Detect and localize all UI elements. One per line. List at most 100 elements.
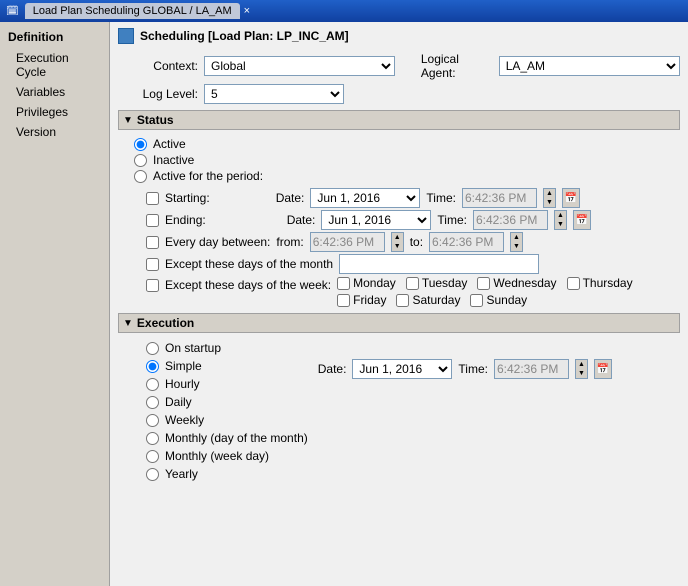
execution-section-header[interactable]: ▼ Execution [118, 313, 680, 333]
ending-time-input[interactable] [473, 210, 548, 230]
exec-time-spin[interactable]: ▲▼ [575, 359, 588, 379]
to-time-input[interactable] [429, 232, 504, 252]
ending-date-select[interactable]: Jun 1, 2016 [321, 210, 431, 230]
exec-startup-radio[interactable] [146, 342, 159, 355]
exec-yearly-label[interactable]: Yearly [165, 467, 198, 481]
context-row: Context: Global Logical Agent: LA_AM [118, 52, 680, 80]
friday-checkbox[interactable] [337, 294, 350, 307]
app-icon: 🗓 [6, 6, 19, 17]
exec-hourly-label[interactable]: Hourly [165, 377, 200, 391]
starting-time-input[interactable] [462, 188, 537, 208]
except-month-checkbox[interactable] [146, 258, 159, 271]
except-month-row: Except these days of the month [118, 254, 680, 274]
status-active-row: Active [118, 136, 680, 152]
log-level-row: Log Level: 5 [118, 84, 680, 104]
logical-agent-label: Logical Agent: [421, 52, 493, 80]
exec-monthly-week-label[interactable]: Monthly (week day) [165, 449, 269, 463]
exec-daily-radio[interactable] [146, 396, 159, 409]
starting-time-label: Time: [426, 191, 456, 205]
status-active-radio[interactable] [134, 138, 147, 151]
to-time-spin[interactable]: ▲▼ [510, 232, 523, 252]
exec-simple-row: Simple [118, 357, 308, 375]
starting-time-spin[interactable]: ▲▼ [543, 188, 556, 208]
every-day-row: Every day between: from: ▲▼ to: ▲▼ [118, 232, 680, 252]
exec-monthly-day-label[interactable]: Monthly (day of the month) [165, 431, 308, 445]
exec-onstartup-row: On startup [118, 339, 308, 357]
days-checkboxes: Monday Tuesday Wednesday Thursday [337, 276, 632, 307]
close-button[interactable]: × [244, 5, 250, 17]
exec-yearly-row: Yearly [118, 465, 308, 483]
exec-monthly-week-radio[interactable] [146, 450, 159, 463]
sidebar-item-label: Variables [16, 85, 65, 99]
sidebar-item-label: Privileges [16, 105, 68, 119]
day-saturday: Saturday [396, 293, 460, 307]
starting-cal-button[interactable]: 📅 [562, 188, 580, 208]
sidebar-item-variables[interactable]: Variables [0, 82, 109, 102]
from-time-input[interactable] [310, 232, 385, 252]
sidebar-item-privileges[interactable]: Privileges [0, 102, 109, 122]
sidebar-item-execution-cycle[interactable]: Execution Cycle [0, 48, 109, 82]
sunday-checkbox[interactable] [470, 294, 483, 307]
except-month-input[interactable] [339, 254, 539, 274]
status-section-header[interactable]: ▼ Status [118, 110, 680, 130]
day-monday: Monday [337, 276, 396, 290]
exec-weekly-radio[interactable] [146, 414, 159, 427]
page-title: Scheduling [Load Plan: LP_INC_AM] [118, 28, 680, 44]
except-month-label: Except these days of the month [165, 257, 333, 271]
exec-date-select[interactable]: Jun 1, 2016 [352, 359, 452, 379]
exec-yearly-radio[interactable] [146, 468, 159, 481]
exec-daily-label[interactable]: Daily [165, 395, 192, 409]
sidebar-item-version[interactable]: Version [0, 122, 109, 142]
exec-startup-label[interactable]: On startup [165, 341, 221, 355]
ending-time-spin[interactable]: ▲▼ [554, 210, 567, 230]
monday-checkbox[interactable] [337, 277, 350, 290]
exec-cal-button[interactable]: 📅 [594, 359, 612, 379]
tuesday-checkbox[interactable] [406, 277, 419, 290]
ending-row: Ending: Date: Jun 1, 2016 Time: ▲▼ 📅 [118, 210, 680, 230]
every-day-label: Every day between: [165, 235, 270, 249]
thursday-checkbox[interactable] [567, 277, 580, 290]
logical-agent-select[interactable]: LA_AM [499, 56, 680, 76]
status-period-radio[interactable] [134, 170, 147, 183]
exec-simple-label[interactable]: Simple [165, 359, 202, 373]
starting-date-select[interactable]: Jun 1, 2016 [310, 188, 420, 208]
status-period-row: Active for the period: [118, 168, 680, 184]
tab[interactable]: Load Plan Scheduling GLOBAL / LA_AM [25, 3, 240, 19]
exec-weekly-label[interactable]: Weekly [165, 413, 204, 427]
page-title-icon [118, 28, 134, 44]
to-label: to: [410, 235, 423, 249]
log-level-select[interactable]: 5 [204, 84, 344, 104]
log-level-label: Log Level: [118, 87, 198, 101]
ending-time-label: Time: [437, 213, 467, 227]
collapse-icon: ▼ [123, 115, 133, 126]
starting-checkbox[interactable] [146, 192, 159, 205]
ending-checkbox[interactable] [146, 214, 159, 227]
status-active-label[interactable]: Active [153, 137, 186, 151]
context-label: Context: [118, 59, 198, 73]
except-week-checkbox[interactable] [146, 279, 159, 292]
status-radio-group: Active Inactive Active for the period: [118, 134, 680, 186]
exec-time-input[interactable] [494, 359, 569, 379]
every-day-checkbox[interactable] [146, 236, 159, 249]
status-section-title: Status [137, 113, 174, 127]
execution-content: On startup Simple Hourly Daily Weekly [118, 337, 680, 483]
exec-simple-radio[interactable] [146, 360, 159, 373]
status-inactive-radio[interactable] [134, 154, 147, 167]
context-select[interactable]: Global [204, 56, 395, 76]
status-period-label[interactable]: Active for the period: [153, 169, 263, 183]
days-row-1: Monday Tuesday Wednesday Thursday [337, 276, 632, 290]
ending-label: Ending: [165, 213, 206, 227]
friday-label: Friday [353, 293, 386, 307]
ending-cal-button[interactable]: 📅 [573, 210, 591, 230]
exec-monthly-day-radio[interactable] [146, 432, 159, 445]
sidebar: Definition Execution Cycle Variables Pri… [0, 22, 110, 586]
saturday-checkbox[interactable] [396, 294, 409, 307]
sidebar-item-label: Execution Cycle [16, 51, 69, 79]
exec-hourly-radio[interactable] [146, 378, 159, 391]
exec-daily-row: Daily [118, 393, 308, 411]
wednesday-checkbox[interactable] [477, 277, 490, 290]
main-content: Scheduling [Load Plan: LP_INC_AM] Contex… [110, 22, 688, 586]
from-time-spin[interactable]: ▲▼ [391, 232, 404, 252]
days-row-2: Friday Saturday Sunday [337, 293, 632, 307]
status-inactive-label[interactable]: Inactive [153, 153, 194, 167]
